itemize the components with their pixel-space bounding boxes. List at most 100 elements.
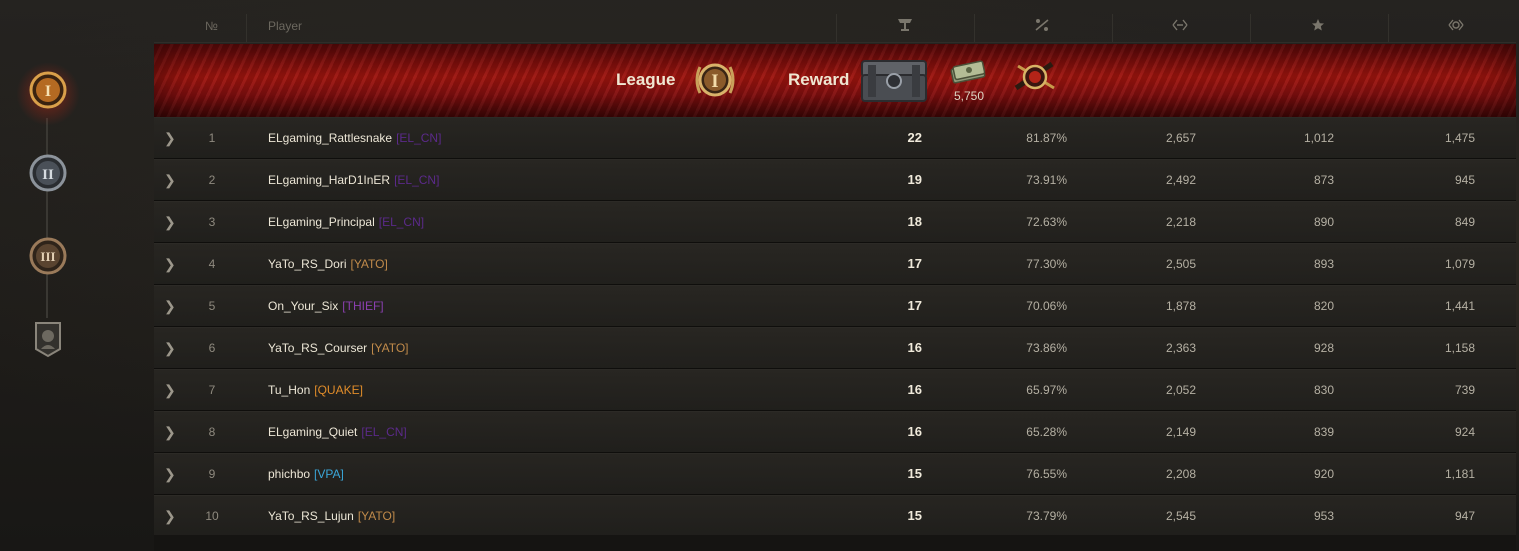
expand-chevron-icon[interactable]: ❯: [164, 454, 178, 494]
rating-cell: 1,158: [1444, 341, 1475, 355]
rank-emblem-icon[interactable]: [1012, 58, 1058, 96]
leaderboard-rows: ❯ 1 ELgaming_Rattlesnake [EL_CN] 22 81.87% 2,6…: [154, 117, 1516, 537]
rank-cell: 10: [205, 509, 219, 523]
clan-tag[interactable]: [EL_CN]: [396, 131, 441, 145]
expand-chevron-icon[interactable]: ❯: [164, 286, 178, 326]
league-3-icon[interactable]: III: [28, 236, 68, 276]
win-rate-cell: 73.86%: [1026, 341, 1067, 355]
rank-column-header[interactable]: №: [205, 0, 218, 42]
table-row[interactable]: ❯ 8 ELgaming_Quiet [EL_CN] 16 65.28% 2,149 839 9…: [154, 411, 1516, 453]
league-1-medal-icon: I: [690, 55, 740, 105]
experience-cell: 920: [1313, 467, 1334, 481]
win-rate-icon[interactable]: [1033, 17, 1051, 33]
table-row[interactable]: ❯ 2 ELgaming_HarD1InER [EL_CN] 19 73.91% 2,492…: [154, 159, 1516, 201]
player-name[interactable]: YaTo_RS_Dori: [268, 257, 346, 271]
damage-cell: 2,657: [1165, 131, 1196, 145]
player-cell: ELgaming_Quiet [EL_CN]: [268, 412, 407, 452]
credits-cash-icon[interactable]: [948, 56, 988, 86]
battles-cell: 18: [907, 214, 922, 229]
win-rate-cell: 81.87%: [1026, 131, 1067, 145]
table-row[interactable]: ❯ 7 Tu_Hon [QUAKE] 16 65.97% 2,052 830 739: [154, 369, 1516, 411]
player-cell: phichbo [VPA]: [268, 454, 344, 494]
player-name[interactable]: On_Your_Six: [268, 299, 338, 313]
expand-chevron-icon[interactable]: ❯: [164, 244, 178, 284]
clan-tag[interactable]: [EL_CN]: [379, 215, 424, 229]
expand-chevron-icon[interactable]: ❯: [164, 118, 178, 158]
player-name[interactable]: ELgaming_Principal: [268, 215, 375, 229]
player-name[interactable]: ELgaming_Quiet: [268, 425, 357, 439]
rating-cell: 947: [1454, 509, 1475, 523]
rating-cell: 739: [1454, 383, 1475, 397]
clan-tag[interactable]: [EL_CN]: [361, 425, 406, 439]
player-cell: YaTo_RS_Dori [YATO]: [268, 244, 388, 284]
clan-tag[interactable]: [QUAKE]: [314, 383, 363, 397]
player-name[interactable]: YaTo_RS_Lujun: [268, 509, 354, 523]
damage-cell: 2,208: [1165, 467, 1196, 481]
table-row[interactable]: ❯ 5 On_Your_Six [THIEF] 17 70.06% 1,878 820 1,44…: [154, 285, 1516, 327]
clan-tag[interactable]: [VPA]: [314, 467, 344, 481]
battles-icon[interactable]: [896, 17, 914, 33]
player-name[interactable]: ELgaming_Rattlesnake: [268, 131, 392, 145]
expand-chevron-icon[interactable]: ❯: [164, 496, 178, 536]
league-2-icon[interactable]: II: [28, 153, 68, 193]
expand-chevron-icon[interactable]: ❯: [164, 412, 178, 452]
column-separator: [1112, 14, 1113, 42]
experience-cell: 953: [1313, 509, 1334, 523]
damage-cell: 2,052: [1165, 383, 1196, 397]
damage-cell: 2,545: [1165, 509, 1196, 523]
rating-cell: 924: [1454, 425, 1475, 439]
table-row[interactable]: ❯ 4 YaTo_RS_Dori [YATO] 17 77.30% 2,505 893 1,07…: [154, 243, 1516, 285]
win-rate-cell: 73.79%: [1026, 509, 1067, 523]
credits-amount: 5,750: [954, 89, 985, 103]
clan-tag[interactable]: [YATO]: [358, 509, 395, 523]
table-row[interactable]: ❯ 9 phichbo [VPA] 15 76.55% 2,208 920 1,181: [154, 453, 1516, 495]
player-column-header[interactable]: Player: [268, 0, 302, 42]
experience-cell: 928: [1313, 341, 1334, 355]
player-name[interactable]: YaTo_RS_Courser: [268, 341, 367, 355]
rank-cell: 7: [208, 383, 216, 397]
svg-text:I: I: [45, 83, 51, 100]
win-rate-cell: 76.55%: [1026, 467, 1067, 481]
battles-cell: 17: [907, 256, 922, 271]
container-chest-icon[interactable]: [858, 55, 930, 105]
battles-cell: 19: [907, 172, 922, 187]
expand-chevron-icon[interactable]: ❯: [164, 160, 178, 200]
table-row[interactable]: ❯ 1 ELgaming_Rattlesnake [EL_CN] 22 81.87% 2,6…: [154, 117, 1516, 159]
damage-cell: 2,505: [1165, 257, 1196, 271]
experience-cell: 830: [1313, 383, 1334, 397]
win-rate-cell: 72.63%: [1026, 215, 1067, 229]
player-cell: YaTo_RS_Lujun [YATO]: [268, 496, 395, 536]
clan-tag[interactable]: [YATO]: [350, 257, 387, 271]
battles-cell: 17: [907, 298, 922, 313]
battles-cell: 16: [907, 382, 922, 397]
clan-tag[interactable]: [YATO]: [371, 341, 408, 355]
rank-cell: 9: [208, 467, 216, 481]
expand-chevron-icon[interactable]: ❯: [164, 370, 178, 410]
svg-text:II: II: [42, 167, 54, 183]
player-name[interactable]: Tu_Hon: [268, 383, 310, 397]
table-row[interactable]: ❯ 3 ELgaming_Principal [EL_CN] 18 72.63% 2,218…: [154, 201, 1516, 243]
league-1-icon[interactable]: I: [28, 70, 68, 110]
battles-cell: 16: [907, 424, 922, 439]
experience-cell: 890: [1313, 215, 1334, 229]
table-row[interactable]: ❯ 6 YaTo_RS_Courser [YATO] 16 73.86% 2,363 928 1…: [154, 327, 1516, 369]
damage-icon[interactable]: [1171, 17, 1189, 33]
experience-icon[interactable]: [1309, 17, 1327, 33]
clan-tag[interactable]: [EL_CN]: [394, 173, 439, 187]
player-name[interactable]: ELgaming_HarD1InER: [268, 173, 390, 187]
rating-icon[interactable]: [1447, 17, 1465, 33]
reward-label: Reward: [788, 70, 850, 89]
win-rate-cell: 73.91%: [1026, 173, 1067, 187]
column-separator: [1388, 14, 1389, 42]
league-4-icon[interactable]: [28, 319, 68, 359]
player-name[interactable]: phichbo: [268, 467, 310, 481]
column-separator: [1250, 14, 1251, 42]
expand-chevron-icon[interactable]: ❯: [164, 202, 178, 242]
clan-tag[interactable]: [THIEF]: [342, 299, 383, 313]
damage-cell: 2,492: [1165, 173, 1196, 187]
experience-cell: 893: [1313, 257, 1334, 271]
table-row[interactable]: ❯ 10 YaTo_RS_Lujun [YATO] 15 73.79% 2,545 953 94…: [154, 495, 1516, 537]
column-separator: [246, 14, 247, 42]
damage-cell: 1,878: [1165, 299, 1196, 313]
expand-chevron-icon[interactable]: ❯: [164, 328, 178, 368]
